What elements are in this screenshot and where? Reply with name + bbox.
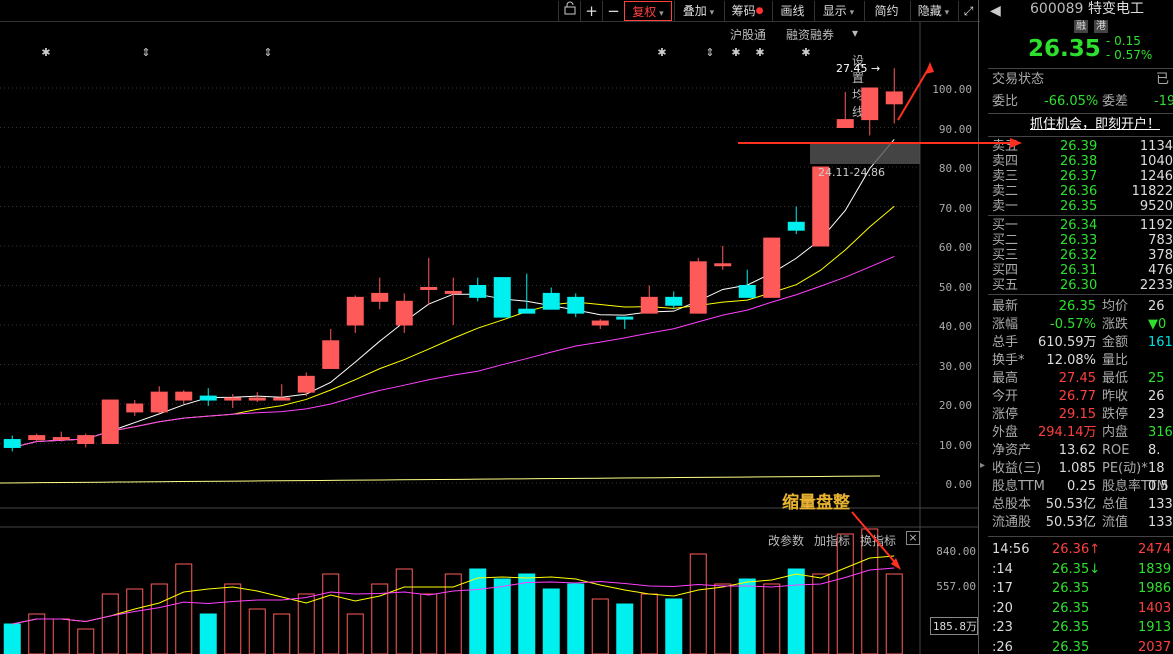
annotation-arrows — [738, 62, 1022, 570]
